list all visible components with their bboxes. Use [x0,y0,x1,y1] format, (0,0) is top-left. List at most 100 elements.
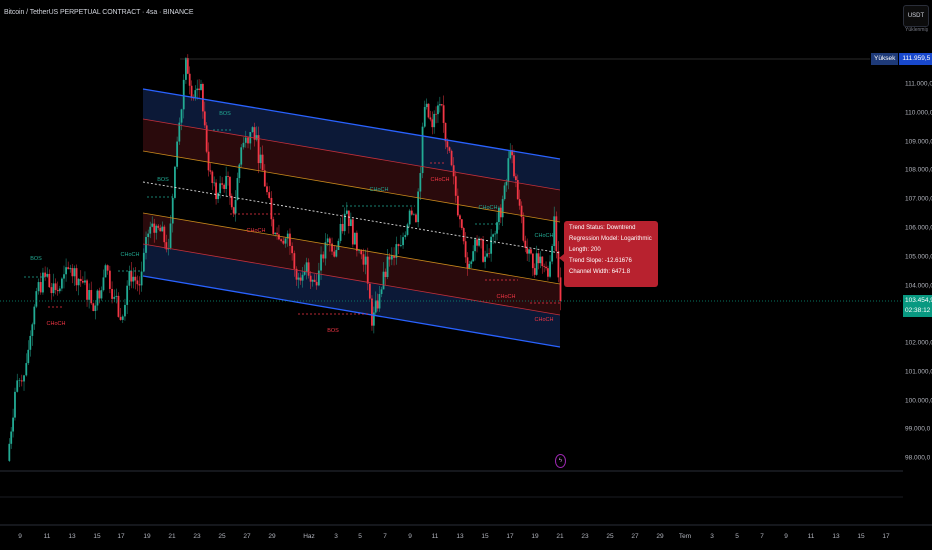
candle-down [247,137,249,144]
candle-down [545,266,547,269]
candle-down [547,268,549,277]
candle-down [328,238,331,244]
candle-up [46,273,49,277]
candle-down [159,227,162,232]
candle-down [351,219,354,245]
candle-down [44,272,47,277]
candle-down [368,283,371,299]
price-tick-label: 99.000,0 [905,425,931,433]
candle-down [543,266,546,267]
candle-down [456,195,459,216]
candle-up [274,232,277,235]
candle-down [499,207,502,218]
candle-down [322,254,325,259]
candle-down [444,122,447,142]
candle-down [435,113,437,115]
candle-down [341,223,344,232]
trend-slope: Trend Slope: -12.61676 [569,258,632,264]
candle-up [180,109,183,123]
candle-down [130,271,133,282]
candle-down [307,262,310,276]
high-value: 111.959,5 [899,53,932,65]
candle-down [111,288,113,299]
smc-label: CHoCH [534,317,554,323]
candle-down [522,217,525,241]
candle-up [213,182,216,184]
candle-up [94,305,97,312]
candle-up [63,274,65,279]
candle-down [460,219,463,229]
candle-down [526,247,529,254]
candle-down [533,268,536,275]
event-marker-icon[interactable]: ϟ [555,454,566,468]
time-tick-label: 17 [506,533,514,540]
candle-up [27,349,30,364]
candle-up [503,185,506,200]
price-tick-label: 100.000,0 [905,397,932,405]
candle-up [419,173,422,192]
time-tick-label: 15 [481,533,489,540]
candle-up [169,223,172,248]
candle-down [209,170,212,172]
candle-down [299,277,302,281]
time-tick-label: 9 [784,533,788,540]
candle-down [313,279,316,282]
candle-up [196,88,199,91]
candle-up [505,181,508,186]
candle-up [42,272,44,293]
candle-up [12,417,14,432]
high-price-badge: Yüksek 111.959,5 [871,53,932,65]
candle-up [102,277,105,291]
candle-down [462,228,465,242]
candle-up [311,279,314,282]
candle-up [433,113,436,128]
candle-up [182,79,185,110]
candle-down [163,226,166,243]
candle-down [480,238,482,241]
bar-countdown: 02:38:12 [905,307,931,314]
candle-down [221,183,224,185]
candle-down [266,186,268,193]
candle-down [488,253,491,255]
candle-down [229,176,231,196]
smc-label: CHoCH [478,205,498,211]
candle-up [402,237,404,246]
candle-down [410,210,413,215]
candle-up [498,207,500,223]
candle-up [337,240,340,251]
candle-up [155,225,158,233]
candle-up [549,261,551,277]
candle-down [75,268,78,286]
smc-label: CHoCH [246,228,266,234]
candle-up [399,245,402,247]
smc-label: CHoCH [369,187,389,193]
candle-up [386,256,389,278]
candle-up [528,249,530,254]
time-tick-label: Haz [303,533,315,540]
time-tick-label: 5 [735,533,739,540]
candle-up [374,300,377,313]
candle-down [371,298,373,326]
candle-up [437,105,439,115]
candle-up [124,304,126,317]
candle-up [37,282,40,292]
time-tick-label: 17 [117,533,125,540]
candle-down [138,284,141,286]
candle-down [230,195,233,208]
candle-down [366,256,369,284]
price-chart[interactable] [0,0,932,550]
candle-down [293,253,296,269]
candle-down [278,234,280,240]
candle-up [225,176,228,189]
candle-up [84,280,86,283]
candle-up [126,285,129,305]
candle-up [31,324,34,336]
time-tick-label: 29 [656,533,664,540]
candle-down [215,182,217,200]
candle-up [58,288,61,292]
candle-up [284,238,287,244]
candle-up [324,242,327,259]
candle-up [73,268,76,277]
candle-up [345,210,348,214]
candle-up [234,200,237,214]
